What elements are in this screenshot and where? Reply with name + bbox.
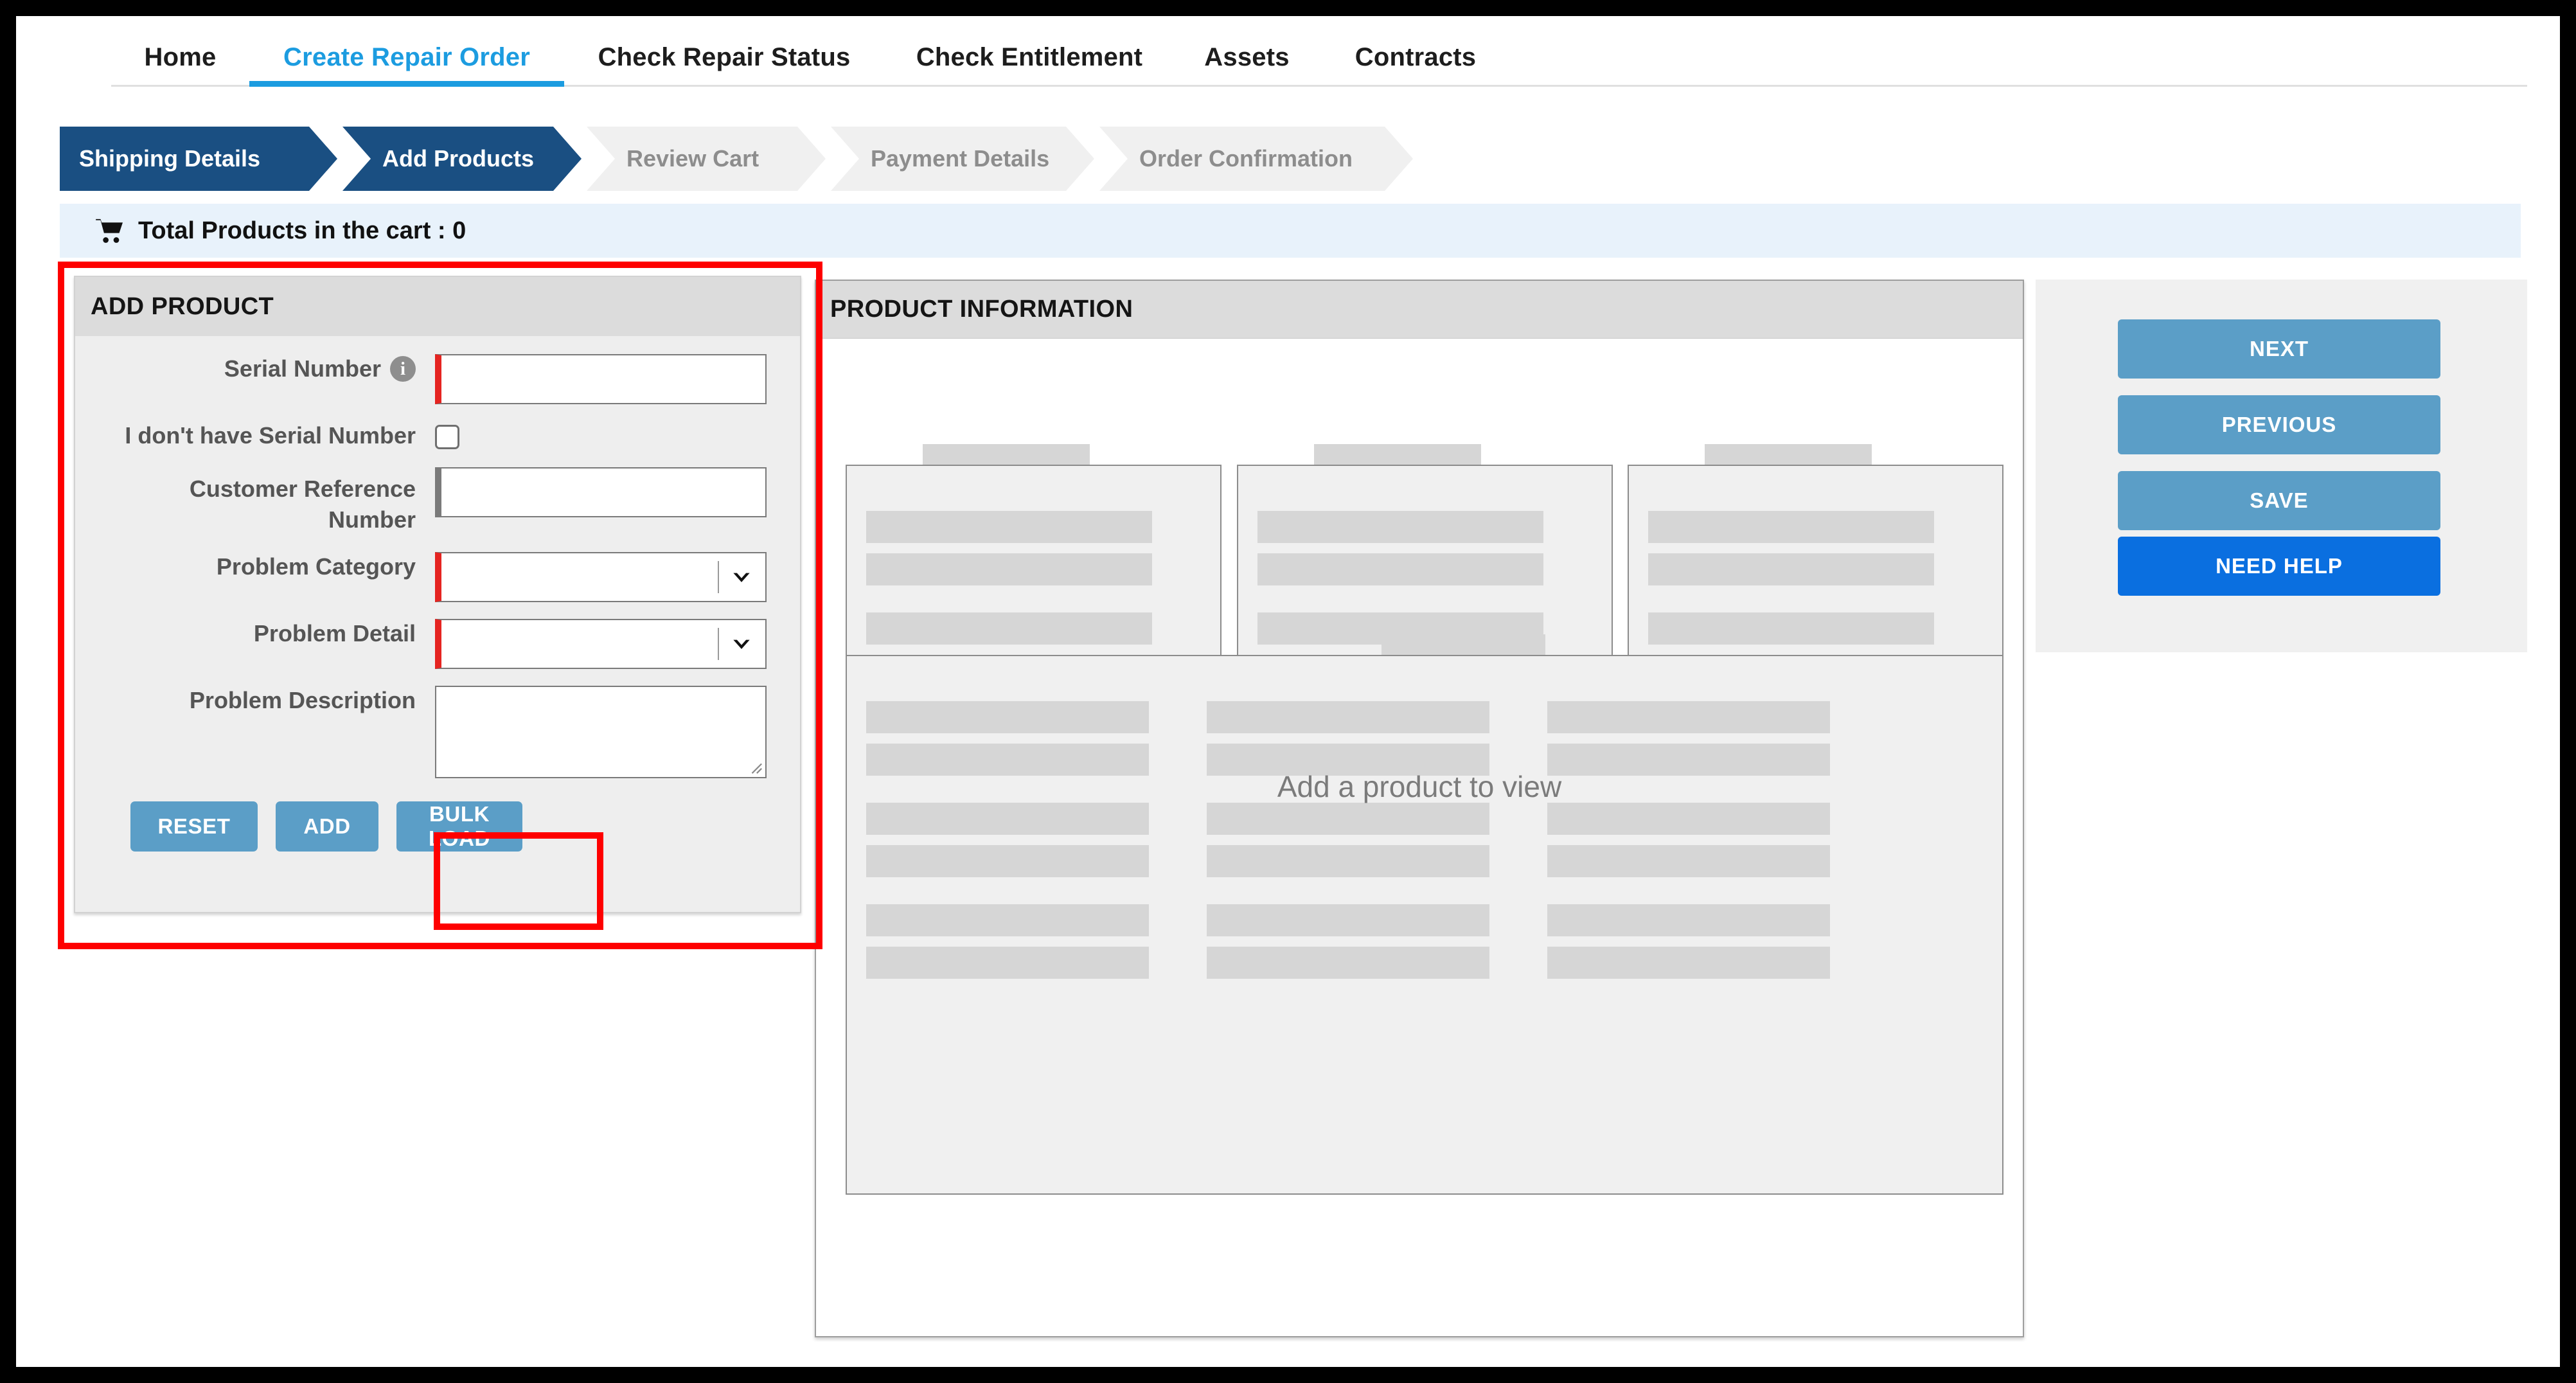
checkout-step-bar: Shipping Details Add Products Review Cart P…	[60, 127, 2521, 191]
problem-description-label: Problem Description	[189, 687, 416, 713]
bulk-load-button[interactable]: BULK LOAD	[396, 801, 522, 852]
skeleton-bar	[1257, 511, 1543, 543]
skeleton-bar	[1207, 803, 1489, 835]
add-product-action-buttons: RESET ADD BULK LOAD	[75, 801, 800, 852]
skeleton-bar	[866, 701, 1149, 733]
problem-category-select[interactable]	[435, 552, 767, 602]
cart-count-label: Total Products in the cart : 0	[138, 217, 466, 244]
problem-category-label: Problem Category	[216, 553, 416, 580]
chevron-down-icon	[733, 639, 750, 649]
need-help-button[interactable]: NEED HELP	[2118, 537, 2440, 596]
skeleton-bar	[866, 612, 1152, 645]
serial-number-label-text: Serial Number	[224, 355, 381, 382]
chevron-down-icon	[733, 573, 750, 582]
reset-button[interactable]: RESET	[130, 801, 258, 852]
wizard-actions-panel: NEXT PREVIOUS SAVE NEED HELP	[2036, 280, 2527, 652]
problem-category-row: Problem Category	[75, 552, 800, 602]
skeleton-bar	[1648, 511, 1934, 543]
skeleton-bar	[1207, 904, 1489, 936]
add-product-form: Serial Number i I don't have Serial Numb…	[75, 336, 800, 852]
empty-state-message: Add a product to view	[1277, 770, 1562, 803]
serial-number-row: Serial Number i	[75, 354, 800, 404]
step-payment-details[interactable]: Payment Details	[831, 127, 1094, 191]
skeleton-bar	[866, 904, 1149, 936]
step-label: Add Products	[382, 145, 535, 172]
step-label: Shipping Details	[79, 145, 261, 172]
customer-reference-number-input[interactable]	[435, 467, 767, 517]
no-serial-number-label: I don't have Serial Number	[125, 422, 416, 449]
app-page: Home Create Repair Order Check Repair Stat…	[16, 16, 2560, 1367]
skeleton-card	[846, 655, 2003, 1195]
skeleton-bar	[1207, 701, 1489, 733]
skeleton-bar	[1257, 553, 1543, 585]
skeleton-bar	[1547, 904, 1830, 936]
problem-description-textarea[interactable]	[435, 686, 767, 778]
skeleton-bar	[1547, 803, 1830, 835]
skeleton-bar	[1547, 701, 1830, 733]
skeleton-bar	[866, 553, 1152, 585]
skeleton-bar	[1547, 845, 1830, 877]
skeleton-bar	[1207, 947, 1489, 979]
nav-tab-assets[interactable]: Assets	[1175, 30, 1319, 85]
skeleton-bar	[1207, 845, 1489, 877]
nav-tab-home[interactable]: Home	[111, 30, 249, 85]
select-separator	[718, 628, 719, 660]
step-label: Review Cart	[626, 145, 759, 172]
resize-grip-icon[interactable]	[749, 760, 763, 774]
skeleton-bar	[866, 845, 1149, 877]
skeleton-bar	[866, 803, 1149, 835]
nav-tab-create-repair-order[interactable]: Create Repair Order	[249, 30, 564, 87]
select-separator	[718, 561, 719, 593]
next-button[interactable]: NEXT	[2118, 319, 2440, 379]
step-add-products[interactable]: Add Products	[342, 127, 582, 191]
customer-reference-number-label: Customer Reference Number	[75, 467, 435, 535]
problem-description-row: Problem Description	[75, 686, 800, 778]
previous-button[interactable]: PREVIOUS	[2118, 395, 2440, 454]
nav-tab-check-repair-status[interactable]: Check Repair Status	[564, 30, 884, 85]
problem-detail-select[interactable]	[435, 619, 767, 669]
customer-reference-number-row: Customer Reference Number	[75, 467, 800, 535]
step-label: Order Confirmation	[1139, 145, 1353, 172]
problem-detail-label: Problem Detail	[253, 620, 416, 647]
customer-reference-number-label-line2: Number	[328, 506, 416, 533]
shopping-cart-icon	[96, 219, 123, 243]
add-button[interactable]: ADD	[276, 801, 378, 852]
step-review-cart[interactable]: Review Cart	[587, 127, 826, 191]
skeleton-bar	[866, 511, 1152, 543]
step-shipping-details[interactable]: Shipping Details	[60, 127, 337, 191]
info-icon[interactable]: i	[390, 356, 416, 382]
serial-number-input[interactable]	[435, 354, 767, 404]
product-information-title: PRODUCT INFORMATION	[816, 281, 2023, 339]
product-information-skeleton: Add a product to view	[816, 339, 2023, 1336]
serial-number-label: Serial Number i	[75, 354, 435, 384]
skeleton-bar	[866, 947, 1149, 979]
step-order-confirmation[interactable]: Order Confirmation	[1099, 127, 1413, 191]
skeleton-bar	[1547, 947, 1830, 979]
no-serial-number-checkbox[interactable]	[435, 425, 459, 449]
no-serial-number-row: I don't have Serial Number	[75, 421, 800, 451]
nav-tab-contracts[interactable]: Contracts	[1319, 30, 1512, 85]
nav-tab-check-entitlement[interactable]: Check Entitlement	[884, 30, 1175, 85]
main-navigation: Home Create Repair Order Check Repair Stat…	[111, 30, 2527, 87]
product-information-panel: PRODUCT INFORMATION Add a product to vie…	[815, 280, 2024, 1337]
cart-summary-bar: Total Products in the cart : 0	[60, 204, 2521, 258]
step-label: Payment Details	[871, 145, 1050, 172]
add-product-panel-title: ADD PRODUCT	[75, 277, 800, 336]
add-product-panel: ADD PRODUCT Serial Number i I don't have…	[74, 276, 801, 913]
screenshot-frame: Home Create Repair Order Check Repair Stat…	[0, 0, 2576, 1383]
save-button[interactable]: SAVE	[2118, 471, 2440, 530]
skeleton-bar	[1648, 553, 1934, 585]
customer-reference-number-label-line1: Customer Reference	[189, 476, 416, 502]
problem-detail-row: Problem Detail	[75, 619, 800, 669]
skeleton-bar	[1648, 612, 1934, 645]
